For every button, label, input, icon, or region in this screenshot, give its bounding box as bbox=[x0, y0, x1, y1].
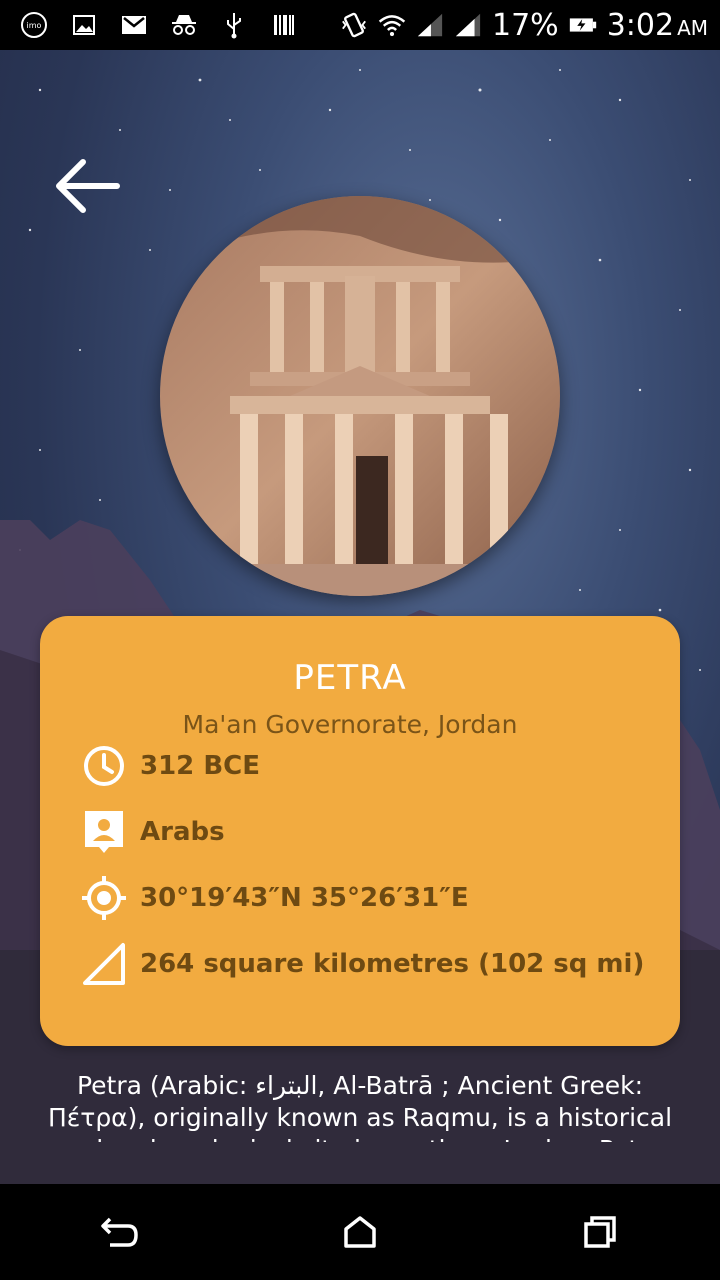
home-nav-icon bbox=[344, 1216, 376, 1248]
landmark-photo bbox=[160, 196, 560, 596]
people-row: Arabs bbox=[80, 806, 225, 858]
coordinates-value: 30°19′43″N 35°26′31″E bbox=[140, 883, 469, 913]
battery-percent: 17% bbox=[492, 7, 559, 43]
triangle-area-icon bbox=[80, 940, 128, 988]
back-nav-button[interactable] bbox=[80, 1192, 160, 1272]
place-location: Ma'an Governorate, Jordan bbox=[182, 710, 518, 739]
people-value: Arabs bbox=[140, 817, 225, 847]
clock-time: 3:02 AM bbox=[607, 8, 708, 43]
imo-icon-label: imo bbox=[27, 21, 42, 30]
info-card: PETRA Ma'an Governorate, Jordan 312 BCE … bbox=[40, 616, 680, 1046]
battery-charging-icon bbox=[569, 11, 597, 39]
founded-value: 312 BCE bbox=[140, 751, 260, 781]
time-ampm: AM bbox=[677, 15, 708, 40]
founded-row: 312 BCE bbox=[80, 740, 260, 792]
area-row: 264 square kilometres (102 sq mi) bbox=[80, 938, 644, 990]
image-icon bbox=[70, 11, 98, 39]
gps-target-icon bbox=[80, 874, 128, 922]
recents-nav-button[interactable] bbox=[560, 1192, 640, 1272]
signal-icon bbox=[416, 11, 444, 39]
arrow-left-icon bbox=[56, 159, 120, 213]
barcode-icon bbox=[270, 11, 298, 39]
back-nav-icon bbox=[101, 1217, 138, 1247]
clock-icon bbox=[80, 742, 128, 790]
signal-icon bbox=[454, 11, 482, 39]
place-description: Petra (Arabic: البتراء, Al-Batrā ; Ancie… bbox=[47, 1071, 673, 1142]
navigation-bar bbox=[0, 1184, 720, 1280]
back-button[interactable] bbox=[52, 150, 124, 222]
wifi-icon bbox=[378, 11, 406, 39]
imo-icon: imo bbox=[20, 11, 48, 39]
recents-nav-icon bbox=[584, 1216, 616, 1248]
incognito-icon bbox=[170, 11, 198, 39]
status-bar: imo 17% 3:02 AM bbox=[0, 0, 720, 50]
vibrate-icon bbox=[340, 11, 368, 39]
usb-icon bbox=[220, 11, 248, 39]
home-nav-button[interactable] bbox=[320, 1192, 400, 1272]
place-name: PETRA bbox=[293, 658, 407, 698]
person-badge-icon bbox=[80, 808, 128, 856]
time-value: 3:02 bbox=[606, 7, 675, 43]
coordinates-row: 30°19′43″N 35°26′31″E bbox=[80, 872, 469, 924]
area-value: 264 square kilometres (102 sq mi) bbox=[140, 949, 645, 979]
gmail-icon bbox=[120, 11, 148, 39]
